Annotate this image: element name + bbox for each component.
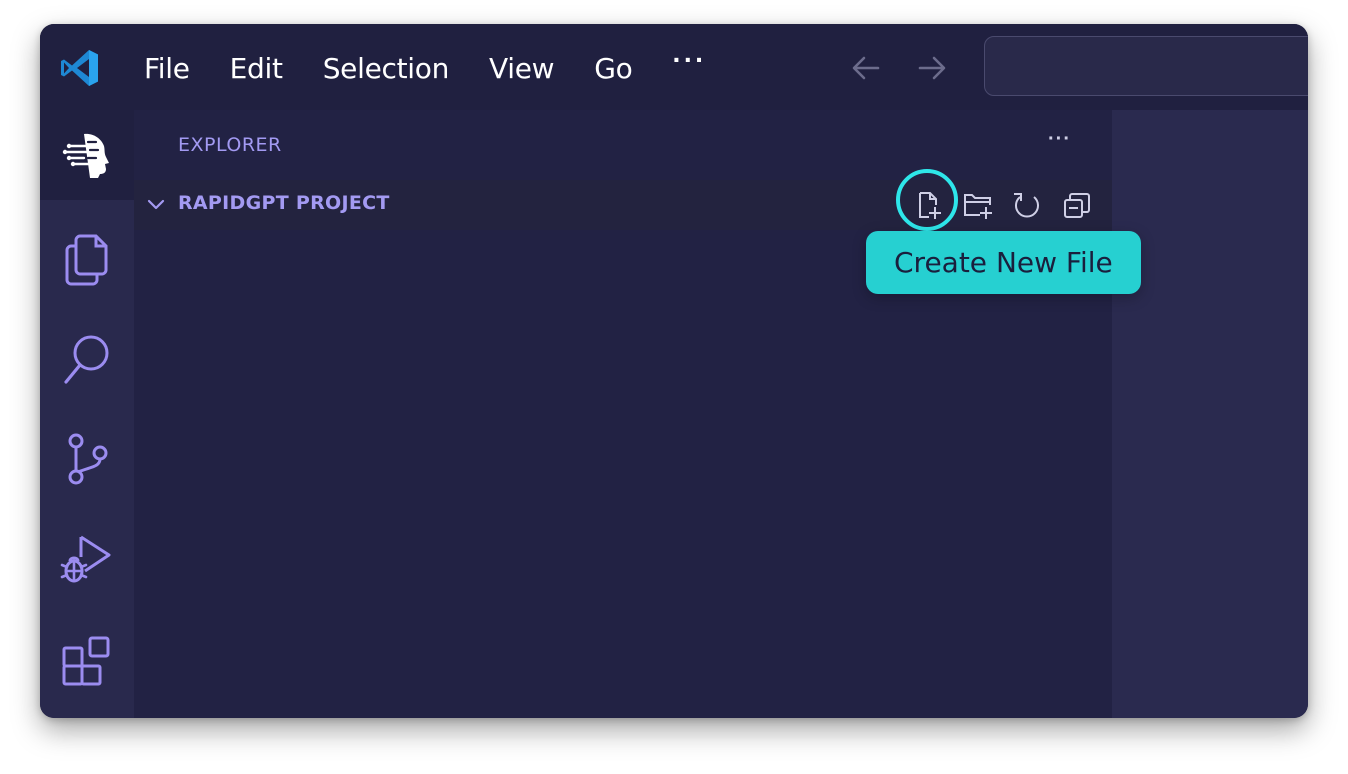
menu-file[interactable]: File <box>144 52 190 85</box>
project-section-label: RAPIDGPT PROJECT <box>178 192 390 214</box>
menu-bar: File Edit Selection View Go ··· <box>144 44 707 88</box>
run-debug-icon <box>60 535 111 583</box>
explorer-sidebar: EXPLORER ··· RAPIDGPT PROJECT <box>134 110 1112 718</box>
activity-source-control[interactable] <box>40 414 134 504</box>
activity-search[interactable] <box>40 314 134 404</box>
menu-more-button[interactable]: ··· <box>673 44 707 76</box>
search-icon <box>64 335 109 384</box>
rapidgpt-logo-icon <box>62 133 109 178</box>
activity-run-debug[interactable] <box>40 514 134 604</box>
collapse-all-icon[interactable] <box>1060 188 1094 222</box>
sidebar-title: EXPLORER <box>178 134 282 156</box>
activity-explorer[interactable] <box>40 214 134 304</box>
vscode-window: File Edit Selection View Go ··· EXPLORER… <box>40 24 1308 718</box>
menu-selection[interactable]: Selection <box>323 52 450 85</box>
editor-area[interactable] <box>1112 110 1308 718</box>
explorer-files-icon <box>65 234 108 286</box>
new-folder-icon[interactable] <box>960 188 994 222</box>
menu-edit[interactable]: Edit <box>230 52 283 85</box>
menu-view[interactable]: View <box>489 52 555 85</box>
vscode-logo-icon[interactable] <box>58 46 102 90</box>
extensions-icon <box>62 636 110 686</box>
arrow-right-icon[interactable] <box>914 50 950 86</box>
activity-bar <box>40 110 134 718</box>
chevron-down-icon[interactable] <box>146 195 166 215</box>
arrow-left-icon[interactable] <box>848 50 884 86</box>
project-section-header[interactable]: RAPIDGPT PROJECT <box>134 180 1112 230</box>
refresh-icon[interactable] <box>1010 188 1044 222</box>
activity-rapidgpt[interactable] <box>40 110 134 200</box>
title-bar: File Edit Selection View Go ··· <box>40 24 1308 110</box>
command-center-search[interactable] <box>984 36 1308 96</box>
menu-go[interactable]: Go <box>594 52 633 85</box>
activity-extensions[interactable] <box>40 616 134 706</box>
create-new-file-tooltip: Create New File <box>866 231 1141 294</box>
source-control-icon <box>68 433 108 485</box>
sidebar-more-actions-button[interactable]: ··· <box>1048 128 1071 151</box>
new-file-icon[interactable] <box>910 188 944 222</box>
